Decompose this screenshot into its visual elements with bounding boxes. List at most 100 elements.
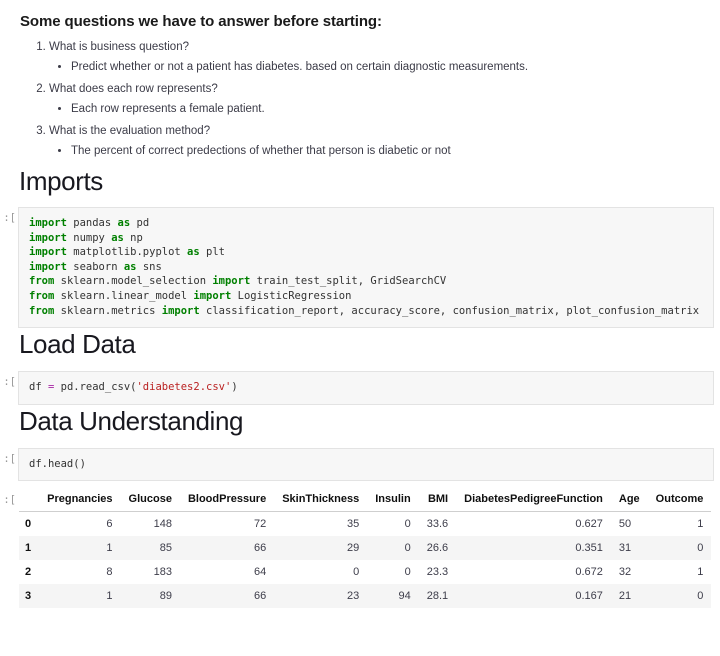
code-token: classification_report, accuracy_score, c…	[199, 304, 700, 317]
code-cell-df-head[interactable]: ]: df.head()	[0, 447, 720, 482]
output-area-df-head: ]: Pregnancies Glucose BloodPressure SkinTh…	[0, 489, 720, 609]
table-cell: 94	[398, 590, 411, 603]
code-cell-load-data[interactable]: ]: df = pd.read_csv('diabetes2.csv')	[0, 371, 720, 405]
intro-markdown-cell: Some questions we have to answer before …	[0, 0, 720, 160]
code-token: from	[29, 289, 55, 302]
code-token: as	[187, 246, 200, 259]
table-index-header	[19, 489, 40, 513]
code-token: import	[161, 304, 200, 317]
table-cell: 0.627	[575, 518, 603, 531]
code-token: as	[123, 260, 137, 273]
question-item: What does each row represents? Each row r…	[49, 81, 720, 118]
table-column-header: Insulin	[367, 489, 419, 513]
code-token: np	[123, 231, 143, 244]
code-token: as	[117, 217, 131, 229]
table-cell: 0	[404, 566, 411, 579]
answer-item: Each row represents a female patient.	[71, 101, 720, 118]
code-token: pd.read_csv(	[54, 381, 137, 394]
table-row-index: 3	[25, 590, 32, 603]
table-row-index: 0	[25, 518, 32, 531]
table-cell: 0.672	[575, 566, 603, 579]
cell-prompt-df-head: ]:	[3, 452, 16, 465]
cell-prompt-load-data: ]:	[3, 376, 16, 389]
code-token: sns	[136, 260, 162, 273]
table-header-row: Pregnancies Glucose BloodPressure SkinThick…	[19, 489, 712, 513]
code-token: import	[29, 260, 67, 273]
code-token: plt	[199, 246, 225, 259]
table-cell: 183	[153, 566, 172, 579]
table-cell: 0	[404, 542, 411, 555]
code-editor-load-data[interactable]: df = pd.read_csv('diabetes2.csv')	[18, 371, 714, 405]
code-token: numpy	[66, 231, 112, 244]
answer-list: Predict whether or not a patient has dia…	[49, 59, 720, 76]
table-row: 0 6 148 72 35 0 33.6 0.627 50 1	[19, 511, 712, 537]
code-token: matplotlib.pyplot	[66, 246, 188, 259]
table-column-header: Age	[610, 489, 648, 513]
section-heading-imports: Imports	[19, 166, 103, 196]
table-cell: 1	[697, 518, 704, 531]
table-cell: 148	[153, 518, 172, 531]
code-text-imports: import pandas as pd import numpy as np i…	[29, 216, 703, 318]
table-cell: 0	[697, 590, 704, 603]
table-column-header: BloodPressure	[179, 489, 275, 513]
table-row: 1 1 85 66 29 0 26.6 0.351 31 0	[19, 536, 712, 561]
code-token: from	[29, 304, 55, 317]
code-text-load-data: df = pd.read_csv('diabetes2.csv')	[29, 380, 703, 395]
code-token: )	[231, 381, 238, 394]
table-row: 3 1 89 66 23 94 28.1 0.167 21 0	[19, 584, 712, 609]
table-header: Pregnancies Glucose BloodPressure SkinThick…	[19, 489, 712, 513]
table-cell: 29	[347, 542, 360, 555]
answer-item: Predict whether or not a patient has dia…	[71, 59, 720, 76]
table-column-header: SkinThickness	[274, 489, 368, 513]
section-heading-load-data: Load Data	[19, 329, 136, 360]
table-cell: 85	[159, 542, 172, 555]
table-cell: 32	[618, 566, 632, 579]
code-token: df.head()	[29, 457, 86, 470]
cell-prompt-output: ]:	[3, 494, 16, 507]
table-cell: 0	[404, 518, 411, 531]
table-cell: 35	[347, 518, 360, 531]
table-cell: 50	[618, 518, 632, 531]
table-column-header: Glucose	[120, 489, 180, 513]
question-text: What is the evaluation method?	[49, 125, 211, 137]
code-token: from	[29, 275, 55, 288]
table-cell: 66	[253, 542, 267, 555]
questions-list: What is business question? Predict whethe…	[0, 39, 720, 160]
cell-prompt-imports: ]:	[3, 212, 16, 224]
code-token: LogisticRegression	[231, 289, 352, 302]
table-cell: 72	[253, 518, 267, 531]
table-cell: 6	[106, 518, 113, 531]
code-token: sklearn.linear_model	[54, 289, 194, 302]
code-token: df	[29, 381, 48, 394]
code-token: seaborn	[66, 260, 124, 273]
table-cell: 64	[253, 566, 267, 579]
table-cell: 21	[618, 590, 632, 603]
code-token: sklearn.model_selection	[54, 275, 213, 288]
code-cell-imports[interactable]: ]: import pandas as pd import numpy as n…	[0, 207, 720, 329]
table-cell: 1	[106, 542, 113, 555]
dataframe-table: Pregnancies Glucose BloodPressure SkinThick…	[19, 489, 712, 609]
code-token: sklearn.metrics	[54, 304, 162, 317]
code-editor-df-head[interactable]: df.head()	[18, 447, 714, 482]
question-text: What is business question?	[49, 41, 189, 53]
table-cell: 1	[697, 566, 704, 579]
code-token: 'diabetes2.csv'	[136, 381, 232, 394]
table-cell: 31	[618, 542, 632, 555]
code-token: import	[193, 289, 232, 302]
code-token: train_test_split, GridSearchCV	[250, 275, 447, 288]
table-cell: 0	[697, 542, 704, 555]
code-token: as	[111, 231, 124, 244]
table-cell: 28.1	[426, 590, 449, 603]
code-token: pd	[130, 217, 150, 229]
table-cell: 23	[347, 590, 360, 603]
code-token: import	[29, 231, 67, 244]
table-column-header: DiabetesPedigreeFunction	[456, 489, 611, 513]
question-item: What is the evaluation method? The percen…	[49, 123, 720, 160]
section-heading-data-understanding: Data Understanding	[19, 405, 244, 436]
table-cell: 0.167	[575, 590, 603, 603]
table-cell: 8	[106, 566, 113, 579]
answer-list: The percent of correct predections of wh…	[49, 143, 720, 160]
code-editor-imports[interactable]: import pandas as pd import numpy as np i…	[18, 207, 714, 329]
code-text-df-head: df.head()	[29, 457, 703, 472]
table-column-header: Pregnancies	[39, 489, 121, 513]
